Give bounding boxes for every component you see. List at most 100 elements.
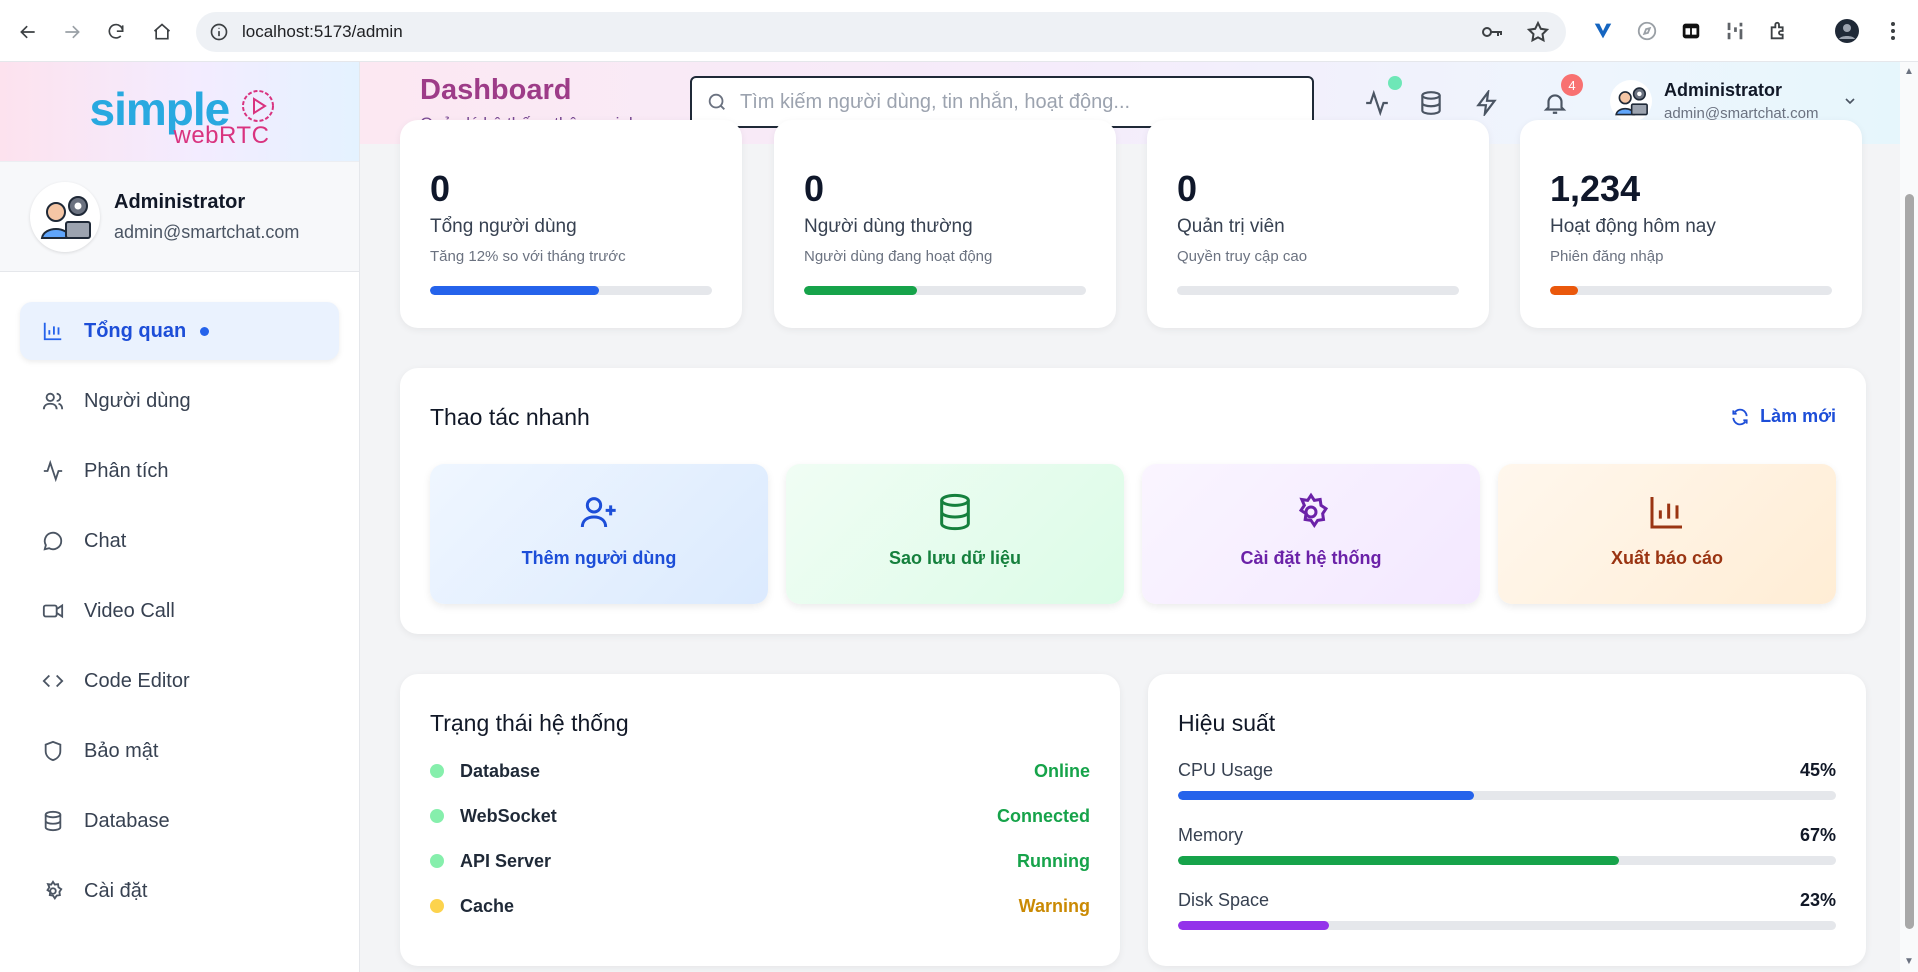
brand-logo-area[interactable]: simple webRTC [0, 62, 359, 162]
stat-label: Hoạt động hôm nay [1550, 216, 1716, 237]
system-status-card: Trạng thái hệ thống Database Online WebS… [400, 674, 1120, 966]
back-icon[interactable] [14, 18, 42, 46]
sidebar-profile: Administrator admin@smartchat.com [0, 162, 359, 272]
status-name: Cache [460, 895, 515, 916]
scroll-down-arrow-icon[interactable]: ▼ [1903, 956, 1915, 968]
sidebar-item-label: Tổng quan [84, 319, 187, 342]
status-value: Online [1033, 760, 1090, 781]
scroll-up-arrow-icon[interactable]: ▲ [1903, 66, 1915, 78]
stat-card-regular-users: 0 Người dùng thường Người dùng đang hoạt… [774, 120, 1116, 328]
tile-label: Sao lưu dữ liệu [888, 548, 1022, 568]
sidebar-item-label: Video Call [84, 599, 175, 622]
sidebar-item-security[interactable]: Bảo mật [20, 722, 339, 780]
page-scrollbar-thumb[interactable] [1905, 194, 1914, 929]
performance-fill [1178, 856, 1619, 865]
chevron-down-icon[interactable] [1842, 93, 1858, 109]
status-row: WebSocket Connected [430, 801, 1090, 831]
extension-grid-icon[interactable] [1722, 18, 1748, 44]
performance-name: Memory [1178, 825, 1244, 845]
stat-subtext: Người dùng đang hoạt động [804, 248, 993, 265]
performance-name: CPU Usage [1178, 760, 1274, 780]
sidebar-item-label: Database [84, 809, 170, 832]
search-input[interactable] [740, 90, 1300, 114]
extension-compass-icon[interactable] [1634, 18, 1660, 44]
activity-status-icon[interactable] [1362, 88, 1392, 118]
gear-icon [1298, 492, 1329, 529]
online-status-dot [1388, 76, 1402, 90]
system-settings-button[interactable]: Cài đặt hệ thống [1142, 464, 1480, 604]
stat-subtext: Tăng 12% so với tháng trước [430, 248, 626, 265]
status-value: Running [1017, 850, 1090, 871]
tile-label: Xuất báo cáo [1610, 548, 1724, 568]
reload-icon[interactable] [102, 18, 130, 46]
status-name: Database [460, 760, 541, 781]
sidebar-item-database[interactable]: Database [20, 792, 339, 850]
notification-badge: 4 [1561, 74, 1583, 96]
performance-value: 67% [1799, 825, 1836, 845]
stat-subtext: Quyền truy cập cao [1177, 248, 1308, 265]
stat-progress-track [1550, 286, 1832, 295]
key-icon[interactable] [1480, 20, 1504, 49]
stat-progress-fill [430, 286, 600, 295]
status-row: Database Online [430, 756, 1090, 786]
stat-progress-track [1177, 286, 1459, 295]
sidebar-profile-email: admin@smartchat.com [114, 221, 300, 242]
search-icon [708, 93, 725, 110]
performance-row: CPU Usage 45% [1178, 760, 1836, 800]
address-bar[interactable]: localhost:5173/admin [196, 12, 1566, 52]
sidebar-item-label: Chat [84, 529, 127, 552]
sidebar-item-overview[interactable]: Tổng quan [20, 302, 339, 360]
lightning-icon[interactable] [1472, 88, 1502, 118]
sidebar-item-analytics[interactable]: Phân tích [20, 442, 339, 500]
bar-chart-icon [40, 318, 66, 344]
sidebar-item-chat[interactable]: Chat [20, 512, 339, 570]
backup-data-button[interactable]: Sao lưu dữ liệu [786, 464, 1124, 604]
brand-logo: simple webRTC [80, 72, 280, 152]
sidebar: simple webRTC Administrator admin@smartc… [0, 62, 360, 972]
stat-value: 1,234 [1550, 168, 1641, 209]
header-user-name: Administrator [1664, 80, 1783, 100]
status-dot [430, 809, 444, 823]
database-icon[interactable] [1416, 88, 1446, 118]
brand-logo-webrtc: webRTC [173, 121, 270, 149]
page-title: Dashboard [420, 74, 572, 106]
bookmark-star-icon[interactable] [1526, 20, 1550, 49]
sidebar-item-users[interactable]: Người dùng [20, 372, 339, 430]
status-row: API Server Running [430, 846, 1090, 876]
refresh-button[interactable]: Làm mới [1730, 406, 1836, 427]
status-row: Cache Warning [430, 891, 1090, 921]
sidebar-item-settings[interactable]: Cài đặt [20, 862, 339, 920]
status-value: Warning [1018, 895, 1090, 916]
status-name: WebSocket [460, 805, 557, 826]
stat-progress-fill [804, 286, 917, 295]
refresh-label: Làm mới [1760, 406, 1836, 426]
sidebar-item-label: Code Editor [84, 669, 190, 692]
extensions-puzzle-icon[interactable] [1766, 18, 1792, 44]
performance-track [1178, 791, 1836, 800]
header-user-menu[interactable]: Administrator admin@smartchat.com [1610, 80, 1858, 122]
url-text[interactable]: localhost:5173/admin [242, 22, 403, 42]
status-dot [430, 764, 444, 778]
home-icon[interactable] [148, 18, 176, 46]
active-indicator-dot [200, 326, 210, 336]
site-info-icon[interactable] [208, 21, 230, 43]
admin-avatar [30, 181, 100, 252]
export-report-button[interactable]: Xuất báo cáo [1498, 464, 1836, 604]
stat-progress-track [430, 286, 712, 295]
stat-label: Tổng người dùng [430, 216, 577, 237]
extension-v-icon[interactable] [1590, 18, 1616, 44]
video-icon [40, 598, 66, 624]
sidebar-nav: Tổng quan Người dùng Phân tích Chat Vide… [0, 272, 359, 920]
browser-profile-avatar[interactable] [1834, 18, 1860, 44]
sidebar-item-code-editor[interactable]: Code Editor [20, 652, 339, 710]
add-user-button[interactable]: Thêm người dùng [430, 464, 768, 604]
browser-menu-icon[interactable] [1880, 18, 1906, 44]
forward-icon[interactable] [58, 18, 86, 46]
performance-row: Memory 67% [1178, 825, 1836, 865]
tile-label: Thêm người dùng [521, 548, 677, 568]
extension-box-icon[interactable] [1678, 18, 1704, 44]
quick-actions-title: Thao tác nhanh [430, 404, 590, 430]
performance-track [1178, 921, 1836, 930]
quick-actions-card: Thao tác nhanh Làm mới Thêm người dùng S… [400, 368, 1866, 634]
sidebar-item-video-call[interactable]: Video Call [20, 582, 339, 640]
